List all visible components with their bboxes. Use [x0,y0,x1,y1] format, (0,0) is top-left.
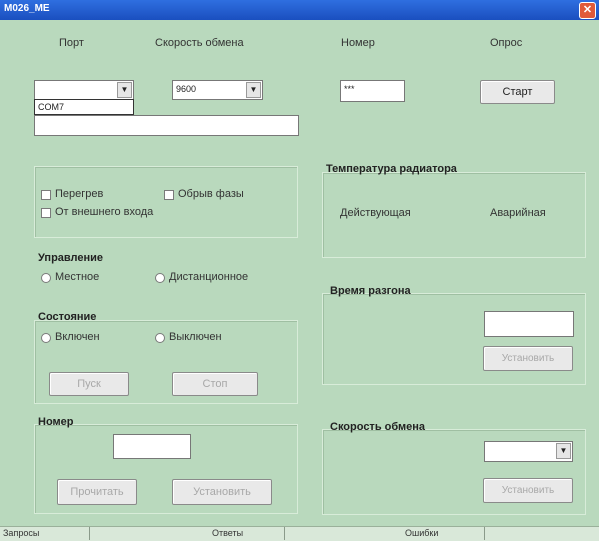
external-input-label: От внешнего входа [55,206,154,218]
speed-combo[interactable]: 9600 ▼ [172,80,263,100]
status-answers: Ответы [90,527,285,540]
radiator-alarm-label: Аварийная [490,207,546,219]
start-poll-button[interactable]: Старт [480,80,555,104]
number-label: Номер [341,37,375,49]
off-radio[interactable] [155,333,165,343]
speed-value: 9600 [176,84,197,94]
accel-input[interactable] [484,311,574,337]
external-input-checkbox[interactable] [41,208,51,218]
on-radio[interactable] [41,333,51,343]
exchange-speed-combo[interactable]: ▼ [484,441,573,462]
chevron-down-icon[interactable]: ▼ [246,82,261,98]
overheat-label: Перегрев [55,188,104,200]
address-value: *** [344,84,355,94]
chevron-down-icon[interactable]: ▼ [556,443,571,459]
overheat-checkbox[interactable] [41,190,51,200]
speed-label: Скорость обмена [155,37,244,49]
remote-label: Дистанционное [169,271,249,283]
status-errors: Ошибки [285,527,485,540]
phase-break-label: Обрыв фазы [178,188,244,200]
exchange-title: Скорость обмена [330,421,426,433]
chevron-down-icon[interactable]: ▼ [117,82,132,98]
alarms-group [34,166,298,238]
control-title: Управление [38,252,104,264]
off-label: Выключен [169,331,222,343]
local-radio[interactable] [41,273,51,283]
port-option[interactable]: COM7 [38,102,64,112]
radiator-current-label: Действующая [340,207,411,219]
number-input[interactable] [113,434,191,459]
app-window: M026_ME ✕ Порт Скорость обмена Номер Опр… [0,0,599,541]
phase-break-checkbox[interactable] [164,190,174,200]
run-button[interactable]: Пуск [49,372,129,396]
address-input[interactable]: *** [340,80,405,102]
radiator-title: Температура радиатора [326,163,457,175]
poll-label: Опрос [490,37,523,49]
stop-button[interactable]: Стоп [172,372,258,396]
read-button[interactable]: Прочитать [57,479,137,505]
window-title: M026_ME [4,3,50,14]
title-bar[interactable]: M026_ME ✕ [0,0,599,20]
status-requests: Запросы [0,527,90,540]
number-title: Номер [38,416,74,428]
set-number-button[interactable]: Установить [172,479,272,505]
port-label: Порт [59,37,84,49]
local-label: Местное [55,271,100,283]
accel-group [322,293,586,385]
close-icon[interactable]: ✕ [579,2,596,19]
remote-radio[interactable] [155,273,165,283]
port-dropdown-list[interactable]: COM7 [34,99,134,115]
set-exchange-button[interactable]: Установить [483,478,573,503]
state-title: Состояние [38,311,97,323]
on-label: Включен [55,331,100,343]
port-combo[interactable]: ▼ [34,80,134,100]
port-status-field[interactable] [34,115,299,136]
accel-title: Время разгона [330,285,411,297]
status-bar: Запросы Ответы Ошибки [0,526,599,541]
set-accel-button[interactable]: Установить [483,346,573,371]
